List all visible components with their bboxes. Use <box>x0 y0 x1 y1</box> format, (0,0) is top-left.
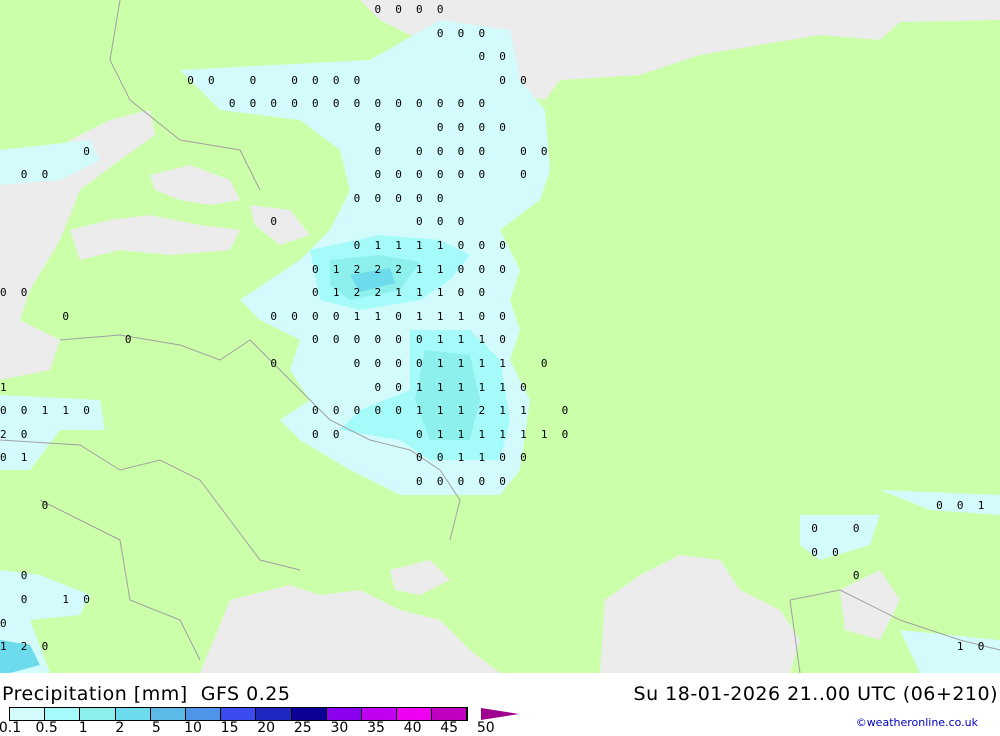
grid-value-row: 0 10 <box>0 593 999 606</box>
color-scale-swatch <box>361 708 398 720</box>
color-scale-tick: 30 <box>330 720 349 736</box>
grid-value-row: 120 10 <box>0 640 999 654</box>
grid-value-row: 0 0 <box>0 522 999 536</box>
grid-value-row: 01111000 <box>0 239 999 252</box>
color-scale-tick: 1 <box>78 720 88 736</box>
grid-value-row: 0 0000001110 <box>0 333 999 347</box>
grid-value-row: 00 <box>0 50 999 64</box>
grid-value-row: 0122211000 <box>0 262 999 276</box>
precipitation-values: 0000 000 00 00 0 0000 00 0000000000000 0… <box>0 0 1000 673</box>
grid-value-row: 0 000011011100 <box>0 309 999 323</box>
color-scale-swatch <box>397 708 433 720</box>
grid-value-row: 00 000000 0 <box>0 168 999 182</box>
color-scale-tick: 5 <box>151 720 161 736</box>
grid-value-row: 0000000000000 <box>0 97 999 111</box>
color-scale-swatch <box>432 708 468 720</box>
grid-value-row: 0 00001111 0 <box>0 357 999 370</box>
grid-value-row: 00 0 0000 00 <box>0 73 999 87</box>
grid-value-row: 000 <box>0 26 999 40</box>
color-scale-tick: 0.1 <box>0 720 22 736</box>
grid-value-row: 0 000 <box>0 215 999 229</box>
grid-value-row: 00000 <box>0 475 999 488</box>
credit-link[interactable]: ©weatheronline.co.uk <box>856 716 978 729</box>
color-scale-tick: 35 <box>367 720 385 736</box>
color-scale-swatch <box>10 708 46 720</box>
grid-value-row: 0 0 0000 00 <box>0 144 999 158</box>
color-scale-tick: 40 <box>403 720 422 736</box>
grid-value-row: 01 001100 <box>0 451 999 465</box>
color-scale-swatch <box>326 708 362 720</box>
grid-value-row: 1 00111110 <box>0 380 999 394</box>
color-scale-swatch <box>115 708 151 720</box>
grid-value-row: 0 001 <box>0 498 999 512</box>
grid-value-row: 0000 <box>0 3 999 16</box>
grid-value-row: 00 012211100 <box>0 286 999 300</box>
valid-datetime: Su 18-01-2026 21..00 UTC (06+210) <box>633 683 998 705</box>
color-scale-swatch <box>185 708 222 720</box>
grid-value-row: 0 <box>0 616 999 630</box>
color-scale-swatch <box>256 708 292 720</box>
color-scale-tick: 0.5 <box>35 720 58 736</box>
grid-value-row: 0 0000 <box>0 121 999 134</box>
color-scale-tick: 45 <box>440 720 459 736</box>
color-scale-swatch <box>221 708 257 720</box>
color-scale-arrow <box>481 708 519 720</box>
color-scale-swatch <box>45 708 81 720</box>
grid-value-row: 0 0 <box>0 569 999 583</box>
grid-value-row: 00000 <box>0 191 999 205</box>
color-scale-swatch <box>150 708 186 720</box>
color-scale-tick: 15 <box>220 720 239 736</box>
color-scale-tick: 50 <box>476 720 495 736</box>
color-scale-tick: 20 <box>257 720 276 736</box>
color-scale-swatch <box>80 708 116 720</box>
legend-footer: Precipitation [mm] GFS 0.25 Su 18-01-202… <box>0 673 1000 736</box>
color-scale-tick: 2 <box>115 720 125 736</box>
color-scale-swatch <box>291 708 327 720</box>
color-scale-tick: 10 <box>184 720 202 736</box>
grid-value-row: 20 00 01111110 <box>0 427 999 441</box>
grid-value-row: 00 <box>0 545 999 559</box>
color-scale-bar <box>9 707 469 721</box>
color-scale-tick: 25 <box>293 720 312 736</box>
grid-value-row: 00110 00000111211 0 <box>0 404 999 418</box>
map-title: Precipitation [mm] GFS 0.25 <box>2 683 291 705</box>
